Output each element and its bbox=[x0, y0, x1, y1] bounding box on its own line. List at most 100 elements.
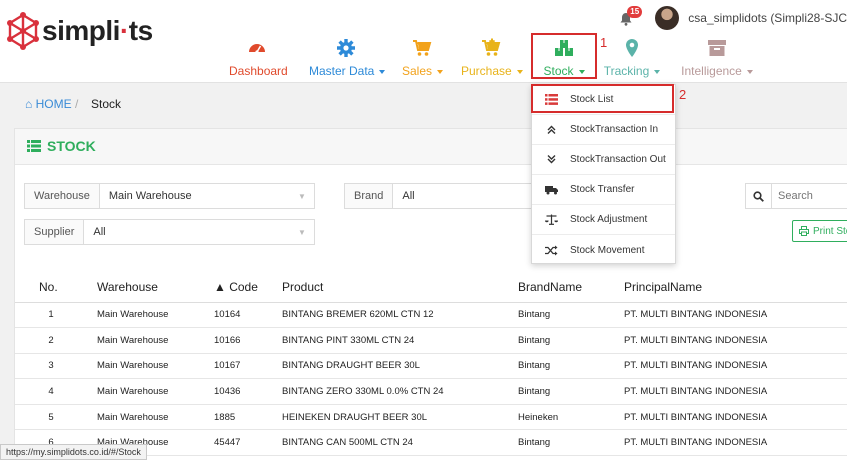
cell-warehouse: Main Warehouse bbox=[87, 353, 204, 380]
cell-code: 10164 bbox=[204, 302, 282, 329]
cell-product: BINTANG BREMER 620ML CTN 12 bbox=[282, 302, 518, 329]
stock-table: No. Warehouse ▲ Code Product BrandName P… bbox=[15, 272, 847, 457]
warehouse-label: Warehouse bbox=[25, 184, 100, 208]
col-no[interactable]: No. bbox=[15, 272, 87, 303]
menu-item-stock-movement[interactable]: Stock Movement bbox=[532, 235, 675, 265]
notification-button[interactable]: 15 bbox=[617, 6, 643, 29]
cell-code: 10436 bbox=[204, 378, 282, 405]
col-principal[interactable]: PrincipalName bbox=[624, 272, 847, 303]
cell-principal: PT. MULTI BINTANG INDONESIA bbox=[624, 378, 847, 405]
warehouse-value: Main Warehouse bbox=[108, 190, 192, 202]
simplidots-logo[interactable]: simpli·ts bbox=[6, 12, 153, 50]
cell-brand: Bintang bbox=[518, 302, 624, 329]
cell-no: 3 bbox=[15, 353, 87, 380]
brand-value: All bbox=[402, 190, 415, 202]
cell-brand: Bintang bbox=[518, 378, 624, 405]
logo-text: simpli·ts bbox=[42, 15, 153, 46]
col-warehouse[interactable]: Warehouse bbox=[87, 272, 204, 303]
truck-icon bbox=[532, 184, 570, 195]
cell-product: BINTANG DRAUGHT BEER 30L bbox=[282, 353, 518, 380]
warehouse-select[interactable]: Warehouse Main Warehouse ▼ bbox=[24, 183, 315, 209]
table-row[interactable]: 2 Main Warehouse 10166 BINTANG PINT 330M… bbox=[15, 327, 847, 354]
menu-master-data[interactable]: Master Data bbox=[309, 38, 386, 80]
stock-panel: STOCK Warehouse Main Warehouse ▼ Brand A… bbox=[14, 128, 847, 460]
table-header-row: No. Warehouse ▲ Code Product BrandName P… bbox=[15, 272, 847, 303]
cell-principal: PT. MULTI BINTANG INDONESIA bbox=[624, 327, 847, 354]
supplier-value: All bbox=[93, 226, 106, 238]
double-chevron-up-icon bbox=[532, 124, 570, 135]
cell-no: 2 bbox=[15, 327, 87, 354]
menu-purchase[interactable]: Purchase bbox=[461, 38, 523, 80]
menu-item-stock-transaction-out[interactable]: StockTransaction Out bbox=[532, 145, 675, 175]
table-row[interactable]: 4 Main Warehouse 10436 BINTANG ZERO 330M… bbox=[15, 378, 847, 405]
cell-brand: Heineken bbox=[518, 404, 624, 431]
chevron-down-icon: ▼ bbox=[298, 227, 306, 237]
search-icon[interactable] bbox=[746, 184, 772, 208]
col-brand[interactable]: BrandName bbox=[518, 272, 624, 303]
cell-code: 10166 bbox=[204, 327, 282, 354]
map-pin-icon bbox=[603, 38, 661, 60]
cell-code: 10167 bbox=[204, 353, 282, 380]
search-box[interactable] bbox=[745, 183, 847, 209]
col-product[interactable]: Product bbox=[282, 272, 518, 303]
table-row[interactable]: 5 Main Warehouse 1885 HEINEKEN DRAUGHT B… bbox=[15, 404, 847, 431]
cell-no: 4 bbox=[15, 378, 87, 405]
cell-warehouse: Main Warehouse bbox=[87, 404, 204, 431]
menu-sales[interactable]: Sales bbox=[402, 38, 444, 80]
home-icon: ⌂ bbox=[25, 97, 33, 111]
menu-item-stock-transfer[interactable]: Stock Transfer bbox=[532, 175, 675, 205]
username[interactable]: csa_simplidots (Simpli28-SJC bbox=[688, 11, 847, 25]
printer-icon bbox=[799, 226, 809, 236]
cell-product: BINTANG PINT 330ML CTN 24 bbox=[282, 327, 518, 354]
cell-product: HEINEKEN DRAUGHT BEER 30L bbox=[282, 404, 518, 431]
menu-dashboard[interactable]: Dashboard bbox=[229, 38, 288, 80]
breadcrumb: ⌂ HOME / Stock bbox=[0, 84, 847, 122]
shuffle-icon bbox=[532, 245, 570, 256]
archive-box-icon bbox=[680, 38, 754, 60]
cell-brand: Bintang bbox=[518, 429, 624, 457]
cell-principal: PT. MULTI BINTANG INDONESIA bbox=[624, 353, 847, 380]
page-title: STOCK bbox=[27, 138, 96, 154]
double-chevron-down-icon bbox=[532, 154, 570, 165]
balance-scale-icon bbox=[532, 214, 570, 225]
panel-header: STOCK bbox=[15, 129, 847, 165]
speedometer-icon bbox=[229, 38, 285, 60]
cell-warehouse: Main Warehouse bbox=[87, 302, 204, 329]
status-bar-url: https://my.simplidots.co.id/#/Stock bbox=[0, 444, 147, 460]
menu-intelligence[interactable]: Intelligence bbox=[680, 38, 754, 80]
cart-plus-icon bbox=[461, 38, 521, 60]
menu-item-stock-adjustment[interactable]: Stock Adjustment bbox=[532, 205, 675, 235]
supplier-select[interactable]: Supplier All ▼ bbox=[24, 219, 315, 245]
table-row[interactable]: 3 Main Warehouse 10167 BINTANG DRAUGHT B… bbox=[15, 353, 847, 380]
brand-label: Brand bbox=[345, 184, 394, 208]
menu-item-stock-transaction-in[interactable]: StockTransaction In bbox=[532, 115, 675, 145]
table-row[interactable]: 1 Main Warehouse 10164 BINTANG BREMER 62… bbox=[15, 302, 847, 329]
avatar[interactable] bbox=[655, 6, 680, 30]
breadcrumb-home[interactable]: ⌂ HOME bbox=[25, 97, 72, 111]
logo-mark-icon bbox=[7, 12, 39, 50]
notification-badge: 15 bbox=[627, 6, 643, 18]
cell-warehouse: Main Warehouse bbox=[87, 327, 204, 354]
cell-principal: PT. MULTI BINTANG INDONESIA bbox=[624, 302, 847, 329]
col-code[interactable]: ▲ Code bbox=[204, 272, 282, 303]
cell-product: BINTANG ZERO 330ML 0.0% CTN 24 bbox=[282, 378, 518, 405]
breadcrumb-separator: / bbox=[75, 97, 79, 111]
cell-code: 1885 bbox=[204, 404, 282, 431]
brand-select[interactable]: Brand All bbox=[344, 183, 534, 209]
top-navbar: simpli·ts 15 csa_simplidots (Simpli28-SJ… bbox=[0, 0, 847, 83]
print-stock-button[interactable]: Print Sto bbox=[792, 220, 847, 242]
gear-icon bbox=[309, 38, 383, 60]
cell-warehouse: Main Warehouse bbox=[87, 378, 204, 405]
cell-no: 1 bbox=[15, 302, 87, 329]
search-input[interactable] bbox=[772, 190, 847, 202]
cell-code: 45447 bbox=[204, 429, 282, 457]
cell-principal: PT. MULTI BINTANG INDONESIA bbox=[624, 404, 847, 431]
cell-product: BINTANG CAN 500ML CTN 24 bbox=[282, 429, 518, 457]
chevron-down-icon: ▼ bbox=[298, 191, 306, 201]
step-number-1: 1 bbox=[600, 35, 608, 50]
menu-tracking[interactable]: Tracking bbox=[603, 38, 661, 80]
cell-no: 5 bbox=[15, 404, 87, 431]
cart-icon bbox=[402, 38, 442, 60]
stock-menu-highlight bbox=[531, 33, 597, 79]
supplier-label: Supplier bbox=[25, 220, 85, 244]
